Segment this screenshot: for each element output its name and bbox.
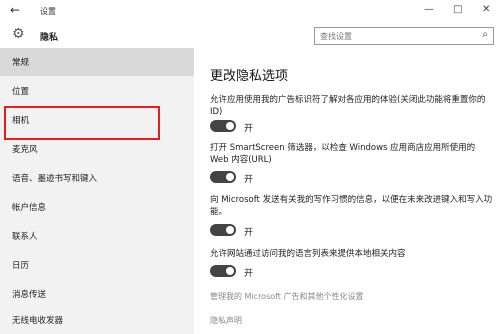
sidebar-item-label: 联系人: [12, 232, 38, 242]
sidebar-item-label: 消息传送: [12, 290, 47, 300]
sidebar-item-label: 语音、墨迹书写和键入: [12, 174, 98, 184]
main-content: 更改隐私选项 允许应用使用我的广告标识符了解对各应用的体验(关闭此功能将重置你的…: [194, 48, 504, 334]
close-button[interactable]: ✕: [482, 4, 490, 15]
sidebar-item-contacts[interactable]: 联系人: [0, 222, 194, 250]
highlight-box: [4, 106, 160, 140]
smartscreen-toggle[interactable]: [210, 171, 236, 183]
sidebar-item-account-info[interactable]: 帐户信息: [0, 193, 194, 221]
maximize-button[interactable]: □: [453, 4, 462, 15]
toggle-knob: [226, 173, 234, 181]
ad-settings-link[interactable]: 管理我的 Microsoft 广告和其他个性化设置: [210, 291, 364, 302]
sidebar-item-location[interactable]: 位置: [0, 77, 194, 105]
sidebar-item-label: 常规: [12, 58, 30, 68]
search-placeholder: 查找设置: [320, 32, 352, 41]
option-ad-id-text: 允许应用使用我的广告标识符了解对各应用的体验(关闭此功能将重置你的 ID): [210, 95, 486, 117]
sidebar-item-label: 无线电收发器: [12, 316, 64, 326]
smartscreen-toggle-state: 开: [244, 175, 254, 185]
minimize-button[interactable]: —: [424, 4, 434, 15]
app-title: 设置: [40, 7, 56, 16]
writing-toggle-state: 开: [244, 228, 254, 238]
page-header: ⚙ 隐私 查找设置 ⌕: [0, 22, 504, 48]
sidebar-item-radios[interactable]: 无线电收发器: [0, 306, 194, 334]
option-writing-text: 向 Microsoft 发送有关我的写作习惯的信息，以便在未来改进键入和写入功能…: [210, 195, 493, 217]
sidebar-item-general[interactable]: 常规: [0, 48, 194, 76]
sidebar-item-label: 麦克风: [12, 145, 38, 155]
title-bar: ← 设置 — □ ✕: [0, 0, 504, 22]
option-smartscreen-text: 打开 SmartScreen 筛选器，以检查 Windows 应用商店应用所使用…: [210, 143, 476, 165]
search-icon[interactable]: ⌕: [482, 29, 488, 40]
toggle-knob: [226, 226, 234, 234]
writing-toggle[interactable]: [210, 224, 236, 236]
sidebar-item-label: 位置: [12, 87, 30, 97]
toggle-knob: [226, 122, 234, 130]
sidebar-item-messaging[interactable]: 消息传送: [0, 280, 194, 308]
toggle-knob: [226, 267, 234, 275]
language-toggle[interactable]: [210, 265, 236, 277]
gear-icon: ⚙: [12, 26, 25, 42]
section-title: 更改隐私选项: [210, 69, 289, 84]
back-arrow-icon[interactable]: ←: [10, 3, 20, 17]
ad-id-toggle-state: 开: [244, 124, 254, 134]
language-toggle-state: 开: [244, 269, 254, 279]
sidebar-item-speech-inking[interactable]: 语音、墨迹书写和键入: [0, 164, 194, 192]
sidebar-item-label: 帐户信息: [12, 203, 47, 213]
search-input[interactable]: 查找设置 ⌕: [314, 27, 494, 45]
ad-id-toggle[interactable]: [210, 120, 236, 132]
page-title: 隐私: [40, 33, 59, 43]
option-language-text: 允许网站通过访问我的语言列表来提供本地相关内容: [210, 249, 406, 259]
sidebar-item-calendar[interactable]: 日历: [0, 251, 194, 279]
privacy-statement-link[interactable]: 隐私声明: [210, 315, 242, 326]
sidebar-item-label: 日历: [12, 261, 30, 271]
sidebar: 常规 位置 相机 麦克风 语音、墨迹书写和键入 帐户信息 联系人 日历 消息传送…: [0, 48, 194, 334]
